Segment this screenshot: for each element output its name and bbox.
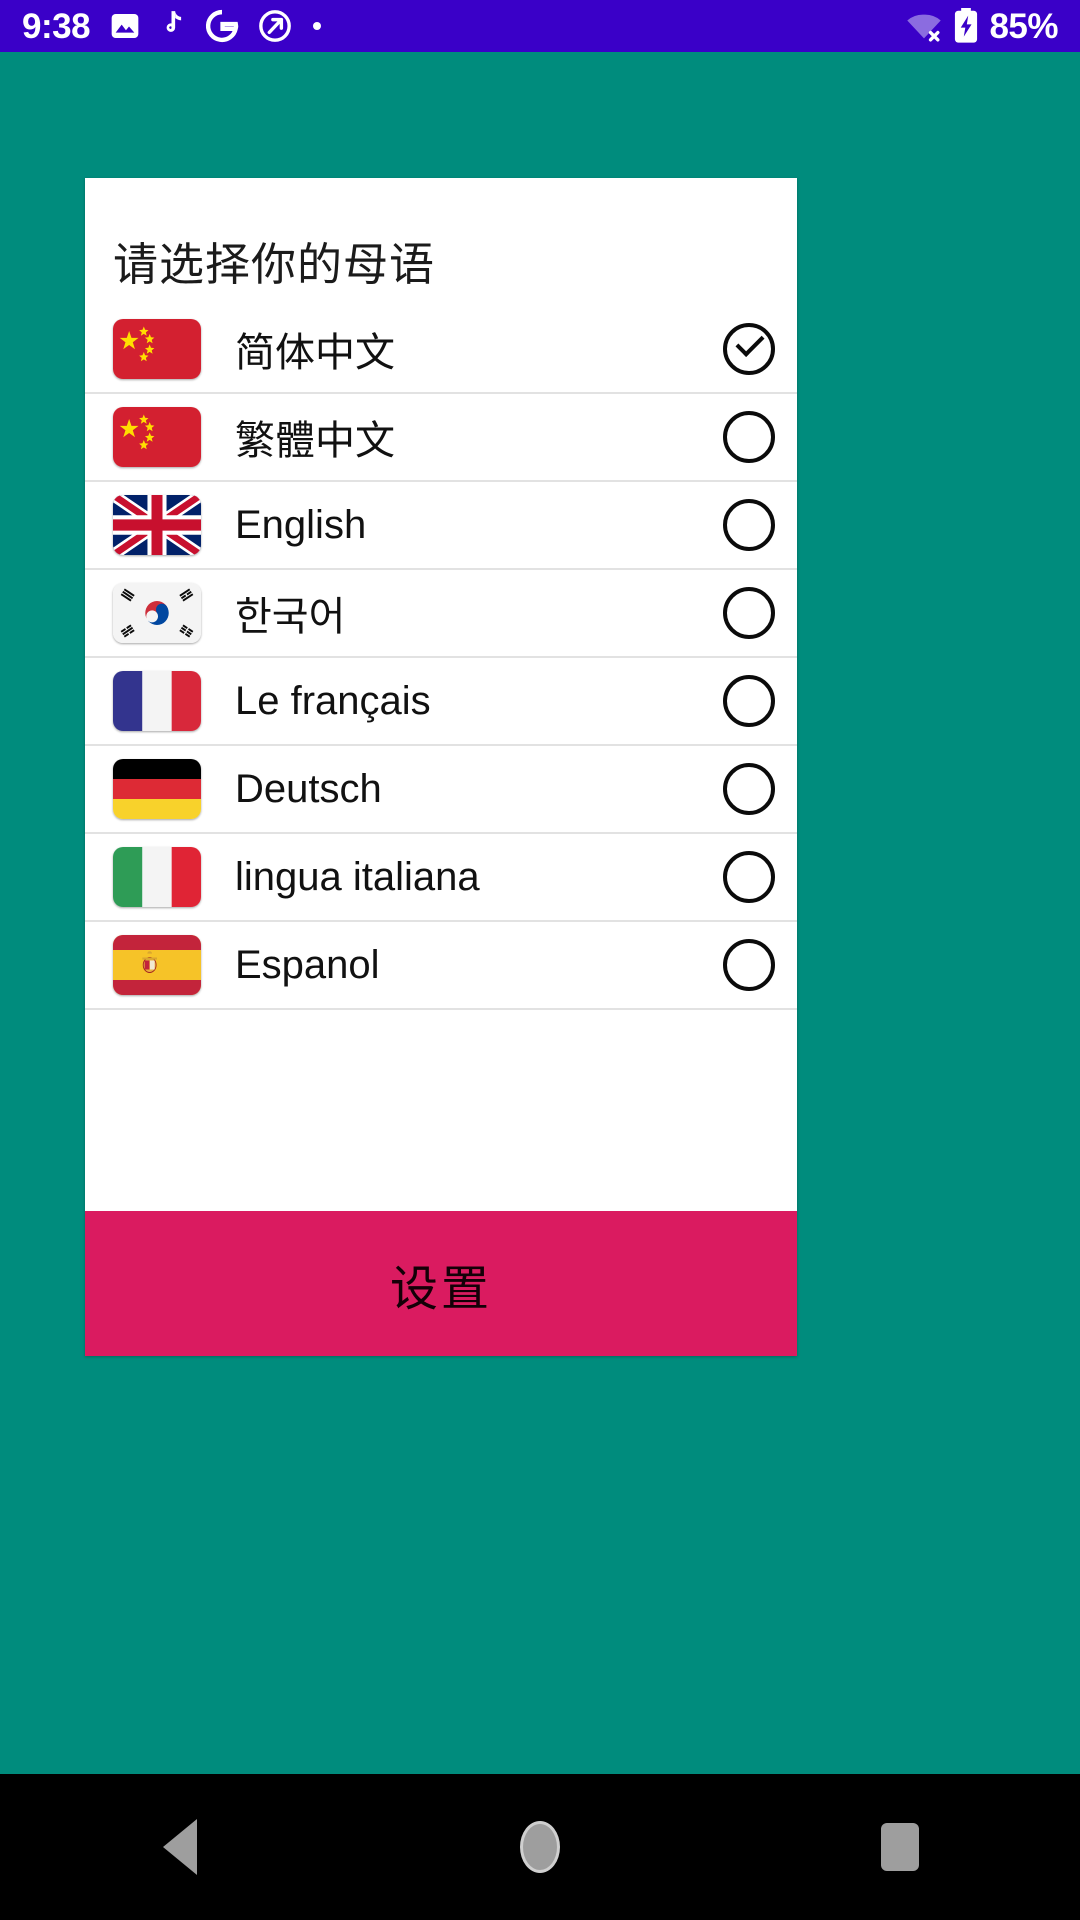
language-row-korean[interactable]: 한국어 <box>85 570 797 658</box>
china-flag-icon <box>113 319 201 379</box>
back-triangle-icon <box>163 1819 197 1875</box>
language-row-spanish[interactable]: Espanol <box>85 922 797 1010</box>
status-bar: 9:38 85% <box>0 0 1080 52</box>
language-row-simplified-chinese[interactable]: 简体中文 <box>85 306 797 394</box>
battery-percent-label: 85% <box>989 6 1058 46</box>
status-bar-right-group: 85% <box>905 8 1058 44</box>
language-list: 简体中文 繁體中文 English 한국어 Le français Deutsc… <box>85 306 797 1356</box>
dot-icon <box>311 20 323 32</box>
android-navigation-bar <box>0 1774 1080 1920</box>
home-button[interactable] <box>440 1774 640 1920</box>
google-g-icon <box>205 9 239 43</box>
language-radio-button[interactable] <box>723 939 775 991</box>
dialog-title: 请选择你的母语 <box>113 239 436 290</box>
status-bar-clock: 9:38 <box>22 6 91 46</box>
language-label: English <box>235 502 367 547</box>
confirm-settings-button[interactable]: 设置 <box>85 1211 797 1356</box>
language-radio-button[interactable] <box>723 763 775 815</box>
language-row-traditional-chinese[interactable]: 繁體中文 <box>85 394 797 482</box>
battery-charging-icon <box>953 8 979 44</box>
south-korea-flag-icon <box>113 583 201 643</box>
germany-flag-icon <box>113 759 201 819</box>
language-radio-button[interactable] <box>723 587 775 639</box>
language-label: Espanol <box>235 942 380 987</box>
phone-screen: 9:38 85% 请选择你的母语 简体中文 繁體中文 English 한국어 L… <box>0 0 1080 1920</box>
language-row-german[interactable]: Deutsch <box>85 746 797 834</box>
language-label: Le français <box>235 678 431 723</box>
language-label: 繁體中文 <box>235 419 395 463</box>
language-selection-dialog: 请选择你的母语 简体中文 繁體中文 English 한국어 Le françai… <box>85 178 797 1356</box>
language-label: Deutsch <box>235 766 382 811</box>
language-label: 한국어 <box>235 595 346 639</box>
united-kingdom-flag-icon <box>113 495 201 555</box>
tiktok-music-note-icon <box>160 10 186 42</box>
confirm-button-label: 设置 <box>389 1262 492 1316</box>
language-radio-button[interactable] <box>723 675 775 727</box>
photo-gallery-icon <box>109 10 141 42</box>
italy-flag-icon <box>113 847 201 907</box>
back-button[interactable] <box>80 1774 280 1920</box>
circle-arrow-icon <box>258 9 292 43</box>
language-label: 简体中文 <box>235 331 395 375</box>
language-radio-button[interactable] <box>723 323 775 375</box>
recents-button[interactable] <box>800 1774 1000 1920</box>
language-label: lingua italiana <box>235 854 480 899</box>
status-bar-left-group: 9:38 <box>22 9 323 44</box>
recents-square-icon <box>881 1823 919 1871</box>
language-row-french[interactable]: Le français <box>85 658 797 746</box>
language-row-italian[interactable]: lingua italiana <box>85 834 797 922</box>
spain-flag-icon <box>113 935 201 995</box>
china-flag-icon <box>113 407 201 467</box>
language-radio-button[interactable] <box>723 411 775 463</box>
list-empty-area <box>85 1010 797 1160</box>
wifi-disconnected-icon <box>905 10 943 42</box>
home-circle-icon <box>520 1821 560 1873</box>
france-flag-icon <box>113 671 201 731</box>
language-radio-button[interactable] <box>723 851 775 903</box>
language-row-english[interactable]: English <box>85 482 797 570</box>
language-radio-button[interactable] <box>723 499 775 551</box>
